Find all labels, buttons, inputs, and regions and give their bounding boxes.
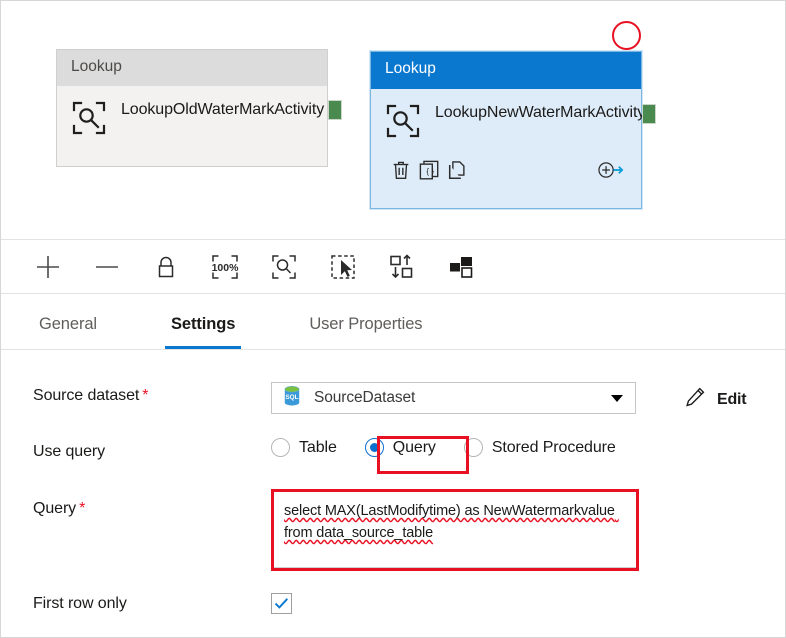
- lookup-icon: [385, 103, 421, 144]
- pencil-icon: [684, 386, 706, 413]
- use-query-row: Use query: [33, 443, 105, 461]
- properties-tabs: General Settings User Properties: [1, 294, 785, 350]
- tab-general[interactable]: General: [33, 315, 103, 349]
- zoom-100-percent-icon[interactable]: 100%: [208, 250, 242, 284]
- select-cursor-icon[interactable]: [326, 250, 360, 284]
- svg-text:100%: 100%: [212, 262, 240, 274]
- use-query-label: Use query: [33, 443, 106, 460]
- edit-dataset-button[interactable]: Edit: [684, 386, 747, 413]
- radio-mark: [364, 438, 384, 457]
- activity-node-lookup-new-watermark[interactable]: Lookup LookupNewWaterMarkActivity {}: [370, 51, 645, 209]
- activity-node-header: Lookup: [57, 50, 327, 86]
- first-row-only-label: First row only: [33, 595, 127, 612]
- adf-lookup-activity-screen: Lookup LookupOldWaterMarkActivity Lookup…: [0, 0, 786, 638]
- query-label: Query: [33, 500, 77, 517]
- pipeline-canvas[interactable]: Lookup LookupOldWaterMarkActivity Lookup…: [1, 1, 785, 240]
- activity-node-title: LookupOldWaterMarkActivity: [121, 101, 325, 118]
- copy-icon[interactable]: [443, 156, 471, 184]
- source-dataset-row: Source dataset *: [33, 387, 148, 405]
- layout-blocks-icon[interactable]: [444, 250, 478, 284]
- radio-selected-dot: [369, 443, 379, 452]
- radio-label: Stored Procedure: [491, 438, 616, 456]
- radio-label: Table: [299, 438, 337, 456]
- source-dataset-label: Source dataset: [33, 387, 140, 404]
- minus-icon[interactable]: [90, 250, 124, 284]
- activity-node-actions: { }: [371, 148, 641, 192]
- canvas-toolbar: 100%: [1, 240, 785, 294]
- radio-label: Query: [392, 438, 436, 456]
- radio-mark: [271, 438, 290, 457]
- first-row-only-checkbox[interactable]: [271, 593, 292, 614]
- source-dataset-dropdown[interactable]: SQL SourceDataset: [271, 382, 636, 414]
- use-query-radio-group: Table Query Stored Procedure: [271, 438, 616, 457]
- activity-node-body: LookupOldWaterMarkActivity: [57, 86, 327, 149]
- radio-mark: [463, 438, 483, 457]
- zoom-fit-icon[interactable]: [267, 250, 301, 284]
- radio-option-stored-procedure[interactable]: Stored Procedure: [463, 438, 616, 457]
- query-value: select MAX(LastModifytime) as NewWaterma…: [284, 503, 619, 542]
- auto-align-icon[interactable]: [385, 250, 419, 284]
- chevron-down-icon[interactable]: [611, 394, 623, 402]
- required-marker: *: [79, 500, 86, 517]
- radio-option-query[interactable]: Query: [364, 438, 436, 457]
- query-row: Query *: [33, 500, 85, 518]
- query-input[interactable]: select MAX(LastModifytime) as NewWaterma…: [273, 490, 637, 568]
- required-marker: *: [142, 387, 149, 404]
- add-output-arrow-icon[interactable]: [597, 156, 625, 184]
- svg-text:SQL: SQL: [285, 393, 298, 400]
- annotation-circle: [612, 21, 641, 50]
- tab-user-properties[interactable]: User Properties: [303, 315, 428, 349]
- lookup-icon: [71, 100, 107, 141]
- sql-database-icon: SQL: [282, 385, 302, 412]
- first-row-only-row: First row only: [33, 595, 127, 613]
- code-brackets-icon[interactable]: { }: [415, 156, 443, 184]
- activity-node-title: LookupNewWaterMarkActivity: [435, 104, 646, 121]
- source-dataset-value: SourceDataset: [314, 389, 416, 406]
- activity-node-lookup-old-watermark[interactable]: Lookup LookupOldWaterMarkActivity: [56, 49, 328, 167]
- trash-icon[interactable]: [387, 156, 415, 184]
- activity-node-body: LookupNewWaterMarkActivity: [371, 89, 645, 148]
- svg-text:{ }: { }: [426, 167, 434, 176]
- plus-icon[interactable]: [31, 250, 65, 284]
- checkmark-icon: [274, 598, 288, 609]
- tab-settings[interactable]: Settings: [165, 315, 242, 349]
- edit-label: Edit: [717, 390, 747, 408]
- lock-icon[interactable]: [149, 250, 183, 284]
- activity-node-header: Lookup: [371, 52, 641, 89]
- activity-output-port[interactable]: [642, 104, 656, 124]
- radio-option-table[interactable]: Table: [271, 438, 337, 457]
- activity-output-port[interactable]: [328, 100, 342, 120]
